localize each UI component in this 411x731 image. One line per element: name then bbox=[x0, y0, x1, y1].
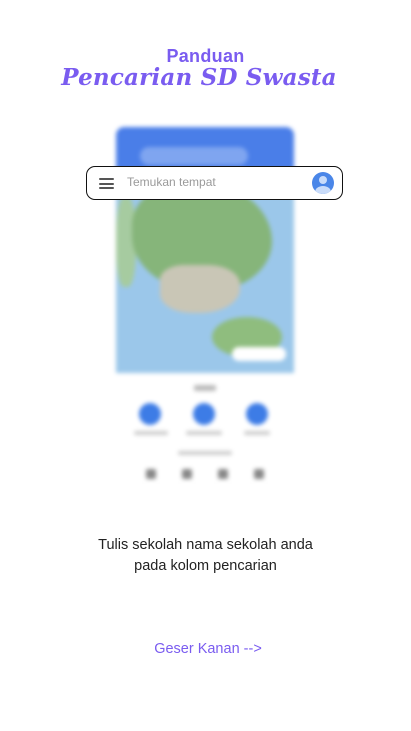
bottom-sheet-preview bbox=[116, 373, 294, 487]
menu-icon[interactable] bbox=[99, 178, 114, 189]
map-preview bbox=[116, 177, 294, 373]
swipe-right-link[interactable]: Geser Kanan --> bbox=[0, 641, 411, 657]
instruction-line-2: pada kolom pencarian bbox=[134, 558, 277, 574]
instruction-line-1: Tulis sekolah nama sekolah anda bbox=[98, 537, 313, 553]
account-avatar-icon[interactable] bbox=[312, 172, 334, 194]
search-input[interactable]: Temukan tempat bbox=[127, 175, 216, 189]
instruction-text: Tulis sekolah nama sekolah anda pada kol… bbox=[0, 535, 411, 577]
header-title: Pencarian SD Swasta bbox=[61, 64, 337, 91]
search-bar[interactable]: Temukan tempat bbox=[86, 166, 343, 200]
